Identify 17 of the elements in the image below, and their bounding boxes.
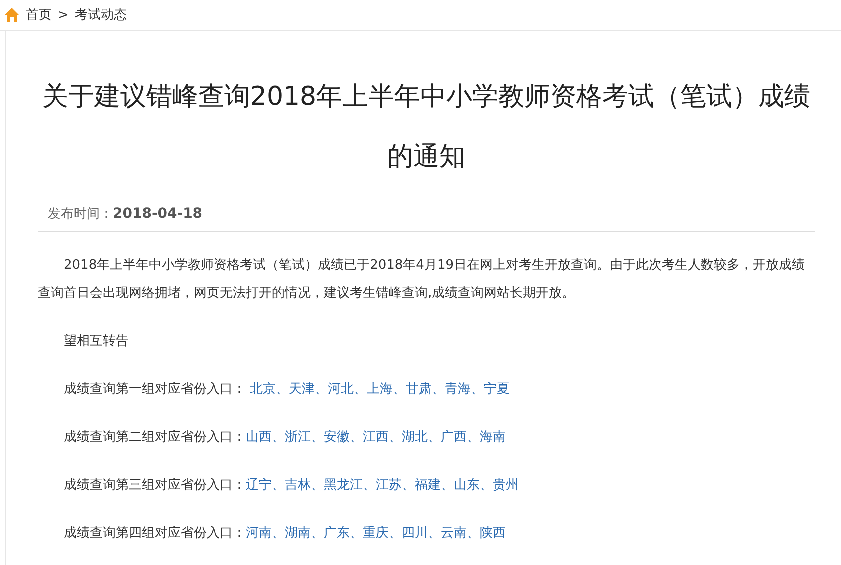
publish-label: 发布时间： (48, 207, 113, 222)
province-links[interactable]: 河南、湖南、广东、重庆、四川、云南、陕西 (246, 526, 506, 541)
paragraph: 2018年上半年中小学教师资格考试（笔试）成绩已于2018年4月19日在网上对考生开放查询。由于此次考生人数较多，开放成绩查询首日会出现网络拥堵，网页无法打开的情况，建议考生错峰查询,成绩查询网站长期开放。 (38, 257, 806, 303)
group-label: 成绩查询第一组对应省份入口： (64, 382, 246, 397)
group-label: 成绩查询第二组对应省份入口： (64, 430, 246, 445)
province-links[interactable]: 山西、浙江、安徽、江西、湖北、广西、海南 (246, 430, 506, 445)
province-links[interactable]: 辽宁、吉林、黑龙江、江苏、福建、山东、贵州 (246, 478, 519, 493)
group-label: 成绩查询第四组对应省份入口： (64, 526, 246, 541)
home-icon (4, 7, 20, 23)
province-links[interactable]: 北京、天津、河北、上海、甘肃、青海、宁夏 (246, 382, 510, 397)
article-title: 关于建议错峰查询2018年上半年中小学教师资格考试（笔试）成绩的通知 (42, 81, 812, 174)
breadcrumb-separator: > (58, 8, 69, 22)
group-label: 成绩查询第三组对应省份入口： (64, 478, 246, 493)
paragraph: 望相互转告 (63, 333, 130, 351)
breadcrumb-link[interactable]: 首页 (26, 6, 52, 24)
breadcrumb-link[interactable]: 考试动态 (74, 6, 127, 24)
publish-date: 2018-04-18 (113, 206, 203, 222)
